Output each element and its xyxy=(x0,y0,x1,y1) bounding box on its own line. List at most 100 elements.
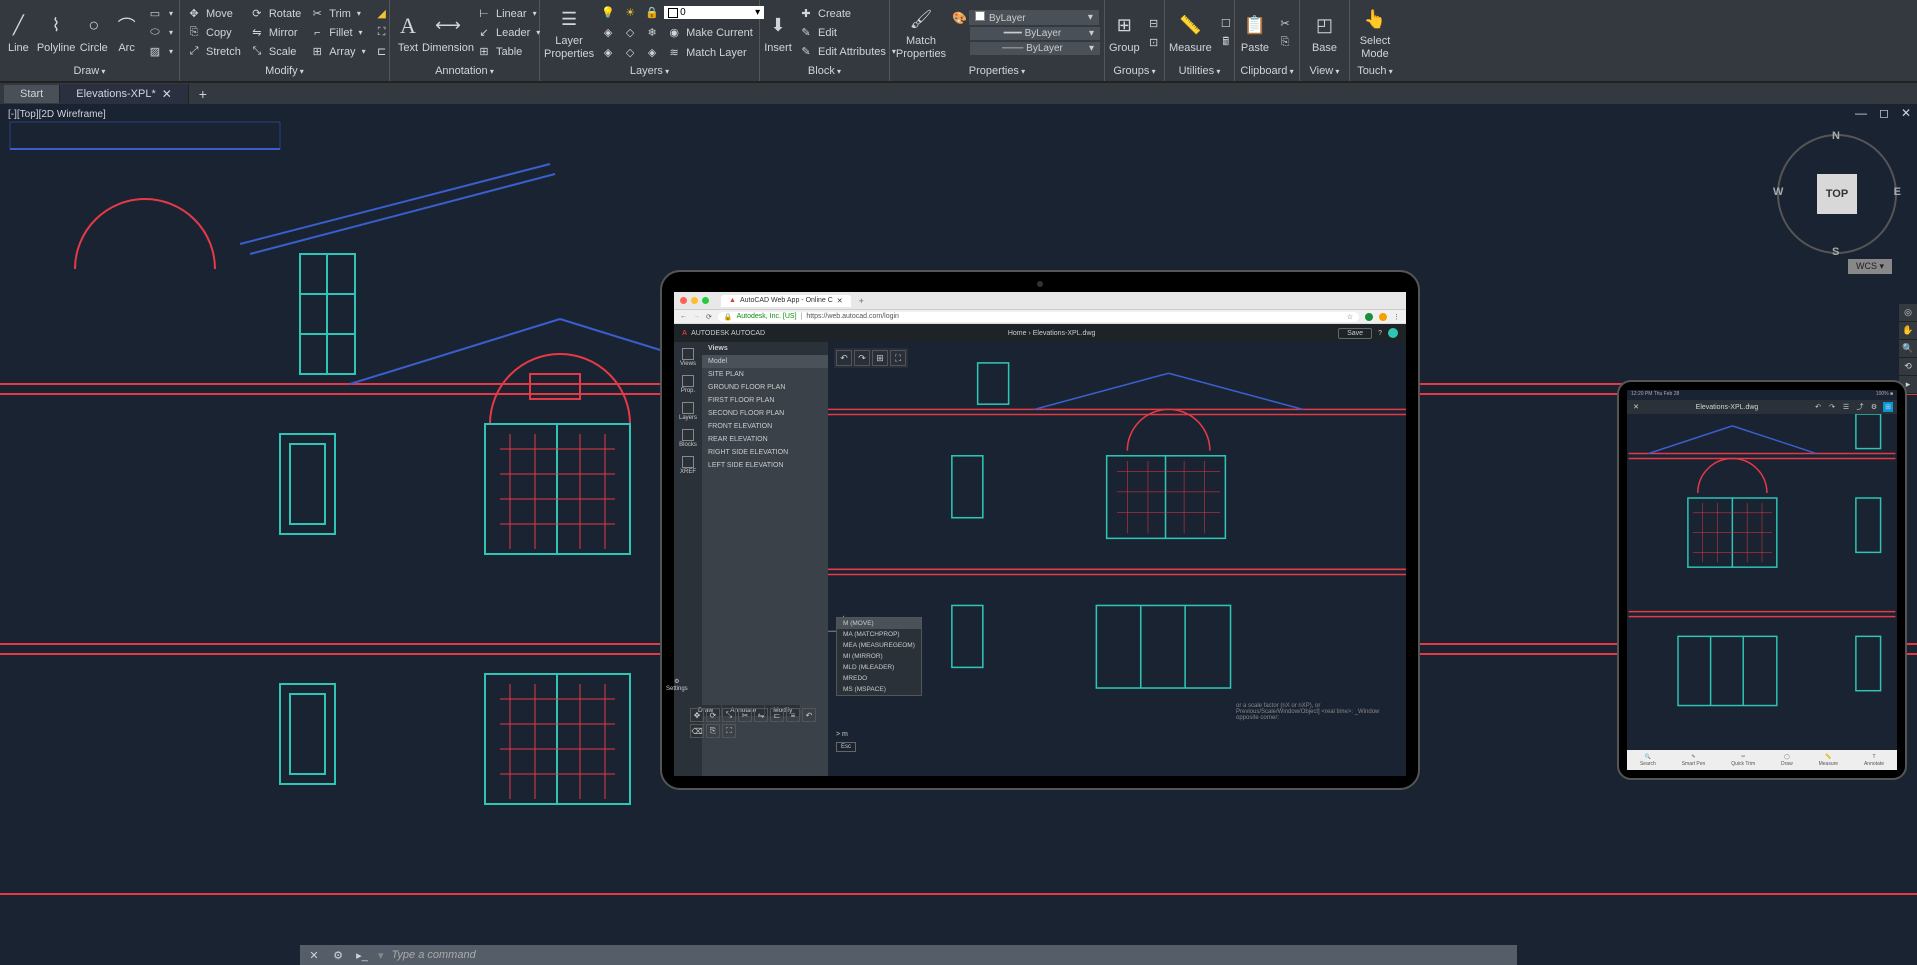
mac-maximize-button[interactable] xyxy=(702,297,709,304)
mirror-button[interactable]: ⇋Mirror xyxy=(247,24,303,42)
tablet-settings-button[interactable]: ⚙ xyxy=(1869,402,1879,412)
fillet-button[interactable]: ⌐Fillet▾ xyxy=(307,24,367,42)
tool-copy[interactable]: ⎘ xyxy=(706,724,720,738)
group-edit-button[interactable]: ⊡ xyxy=(1144,33,1164,51)
line-button[interactable]: ╱Line xyxy=(4,5,33,61)
layer-on-button[interactable]: ◈ xyxy=(598,44,618,62)
rectangle-button[interactable]: ▭▾ xyxy=(145,5,175,23)
layer-freeze-button[interactable]: ☀ xyxy=(620,4,640,22)
ext1-icon[interactable] xyxy=(1365,313,1373,321)
tablet-tool-measure[interactable]: 📏Measure xyxy=(1819,754,1838,767)
autocomplete-item[interactable]: MI (MIRROR) xyxy=(837,651,921,662)
tool-offset[interactable]: ⊏ xyxy=(770,708,784,722)
offset-button[interactable]: ⊏ xyxy=(372,43,392,61)
select-mode-button[interactable]: 👆Select Mode xyxy=(1354,5,1396,61)
tool-scale[interactable]: ⤡ xyxy=(722,708,736,722)
tab-file[interactable]: Elevations-XPL*✕ xyxy=(60,84,189,104)
scale-button[interactable]: ⤡Scale xyxy=(247,43,303,61)
tablet-close-button[interactable]: ✕ xyxy=(1631,402,1641,412)
browser-back-button[interactable]: ← xyxy=(680,313,687,320)
layer-prev-button[interactable]: ◇ xyxy=(620,44,640,62)
browser-forward-button[interactable]: → xyxy=(693,313,700,320)
tablet-grid-button[interactable]: ⊞ xyxy=(1883,402,1893,412)
address-bar[interactable]: 🔒 Autodesk, Inc. [US] | https://web.auto… xyxy=(718,312,1359,322)
viewcube-east[interactable]: E xyxy=(1894,186,1901,198)
tab-add-button[interactable]: + xyxy=(189,83,217,105)
ext2-icon[interactable] xyxy=(1379,313,1387,321)
viewcube-top-face[interactable]: TOP xyxy=(1817,174,1857,214)
view-item-site[interactable]: SITE PLAN xyxy=(702,368,828,381)
star-icon[interactable]: ☆ xyxy=(1347,313,1353,321)
command-line[interactable]: ✕ ⚙ ▸_ ▾ Type a command xyxy=(300,945,1517,965)
viewcube-north[interactable]: N xyxy=(1832,130,1840,142)
cmdline-customize-button[interactable]: ⚙ xyxy=(330,949,346,962)
autocomplete-item[interactable]: MA (MATCHPROP) xyxy=(837,629,921,640)
tablet-tool-annotate[interactable]: TAnnotate xyxy=(1864,754,1884,767)
text-button[interactable]: AText xyxy=(394,5,422,61)
create-block-button[interactable]: ✚Create xyxy=(796,5,898,23)
sidebar-item-layers[interactable]: Layers xyxy=(679,402,697,421)
tab-close-icon[interactable]: ✕ xyxy=(837,297,843,305)
cmdline-close-button[interactable]: ✕ xyxy=(306,949,322,962)
dimension-button[interactable]: ⟷Dimension xyxy=(426,5,470,61)
match-layer-button[interactable]: ≋Match Layer xyxy=(664,44,749,62)
save-button[interactable]: Save xyxy=(1338,328,1372,339)
panel-label-block[interactable]: Block xyxy=(764,63,885,79)
panel-label-clipboard[interactable]: Clipboard xyxy=(1239,63,1295,79)
settings-button[interactable]: ⚙ Settings xyxy=(666,678,688,692)
viewcube-south[interactable]: S xyxy=(1832,246,1839,258)
panel-label-layers[interactable]: Layers xyxy=(544,63,755,79)
tablet-tool-smartpen[interactable]: ✎Smart Pen xyxy=(1682,754,1706,767)
tool-rotate[interactable]: ⟳ xyxy=(706,708,720,722)
rotate-button[interactable]: ⟳Rotate xyxy=(247,5,303,23)
tool-trim[interactable]: ✂ xyxy=(738,708,752,722)
autocomplete-item[interactable]: MREDO xyxy=(837,673,921,684)
tablet-redo-button[interactable]: ↷ xyxy=(1827,402,1837,412)
panel-label-utilities[interactable]: Utilities xyxy=(1169,63,1230,79)
layer-properties-button[interactable]: ☰Layer Properties xyxy=(544,5,594,61)
help-icon[interactable]: ? xyxy=(1378,330,1382,337)
panel-label-groups[interactable]: Groups xyxy=(1109,63,1160,79)
tool-undo[interactable]: ↶ xyxy=(802,708,816,722)
panel-label-modify[interactable]: Modify xyxy=(184,63,385,79)
sidebar-item-properties[interactable]: Prop. xyxy=(681,375,695,394)
tablet-export-button[interactable]: ⤴ xyxy=(1855,402,1865,412)
mac-minimize-button[interactable] xyxy=(691,297,698,304)
ellipse-button[interactable]: ⬭▾ xyxy=(145,24,175,42)
select-all-button[interactable]: ☐ xyxy=(1216,14,1236,32)
view-item-left[interactable]: LEFT SIDE ELEVATION xyxy=(702,459,828,472)
sidebar-item-views[interactable]: Views xyxy=(680,348,696,367)
circle-button[interactable]: ○Circle xyxy=(79,5,108,61)
view-item-rear[interactable]: REAR ELEVATION xyxy=(702,433,828,446)
esc-button[interactable]: Esc xyxy=(836,742,856,752)
panel-label-view[interactable]: View xyxy=(1304,63,1345,79)
autocomplete-item[interactable]: M (MOVE) xyxy=(837,618,921,629)
new-tab-button[interactable]: + xyxy=(859,296,864,306)
leader-button[interactable]: ↙Leader▾ xyxy=(474,24,542,42)
layer-thaw-button[interactable]: ❄ xyxy=(642,24,662,42)
wcs-label[interactable]: WCS ▾ xyxy=(1848,259,1892,274)
linetype-dropdown[interactable]: ─── ByLayer▾ xyxy=(970,42,1100,55)
tool-move[interactable]: ✥ xyxy=(690,708,704,722)
browser-reload-button[interactable]: ⟳ xyxy=(706,313,712,321)
nav-pan-button[interactable]: ✋ xyxy=(1899,322,1917,340)
tablet-canvas[interactable] xyxy=(1627,414,1897,750)
insert-button[interactable]: ⬇Insert xyxy=(764,5,792,61)
browser-tab[interactable]: ▲AutoCAD Web App - Online C✕ xyxy=(721,295,851,307)
layer-lock-button[interactable]: 🔒 xyxy=(642,4,662,22)
view-item-first[interactable]: FIRST FLOOR PLAN xyxy=(702,394,828,407)
panel-label-annotation[interactable]: Annotation xyxy=(394,63,535,79)
webapp-command-input[interactable]: > m xyxy=(836,731,848,738)
base-button[interactable]: ◰Base xyxy=(1304,5,1345,61)
view-item-second[interactable]: SECOND FLOOR PLAN xyxy=(702,407,828,420)
linear-button[interactable]: ⊢Linear▾ xyxy=(474,5,542,23)
tablet-tool-search[interactable]: 🔍Search xyxy=(1640,754,1656,767)
array-button[interactable]: ⊞Array▾ xyxy=(307,43,367,61)
autocomplete-item[interactable]: MLD (MLEADER) xyxy=(837,662,921,673)
layer-iso-button[interactable]: ◈ xyxy=(598,24,618,42)
arc-button[interactable]: ⌒Arc xyxy=(112,5,141,61)
panel-label-touch[interactable]: Touch xyxy=(1354,63,1396,79)
sidebar-item-blocks[interactable]: Blocks xyxy=(679,429,697,448)
viewcube[interactable]: TOP N S E W xyxy=(1777,134,1897,254)
viewcube-west[interactable]: W xyxy=(1773,186,1783,198)
